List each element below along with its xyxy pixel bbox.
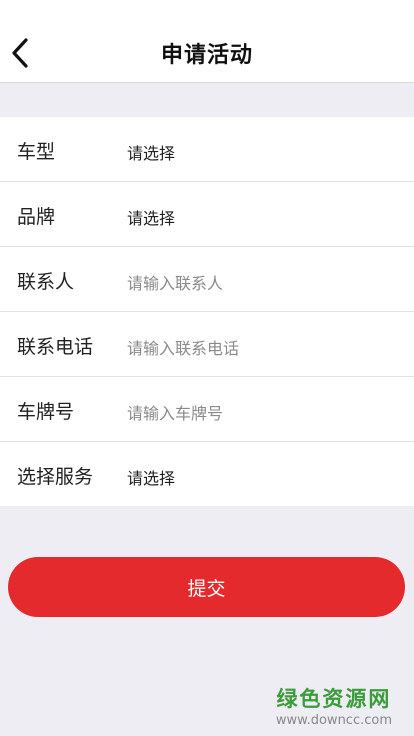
watermark: 绿色资源网 www.downcc.com: [276, 683, 392, 728]
row-label: 车型: [17, 141, 56, 163]
row-label: 联系人: [17, 271, 75, 293]
row-label: 联系电话: [17, 336, 94, 358]
row-label: 车牌号: [17, 401, 75, 423]
top-navigation-bar: 申请活动: [0, 0, 414, 83]
contact-name-input[interactable]: 请输入联系人: [127, 270, 223, 294]
application-form: 车型 请选择 品牌 请选择 联系人 请输入联系人 联系电话 请输入联系电话 车牌…: [0, 117, 414, 506]
plate-number-input[interactable]: 请输入车牌号: [127, 400, 223, 424]
row-label: 品牌: [17, 206, 56, 228]
contact-name-field[interactable]: 联系人 请输入联系人: [0, 247, 414, 312]
contact-phone-input[interactable]: 请输入联系电话: [127, 335, 239, 359]
row-value: 请选择: [127, 209, 176, 228]
row-label: 选择服务: [17, 466, 94, 488]
plate-number-field[interactable]: 车牌号 请输入车牌号: [0, 377, 414, 442]
submit-button[interactable]: 提交: [8, 557, 405, 617]
watermark-url: www.downcc.com: [275, 713, 392, 728]
row-value: 请选择: [127, 144, 176, 163]
watermark-title: 绿色资源网: [276, 687, 392, 711]
page-title: 申请活动: [160, 43, 253, 68]
brand-select[interactable]: 品牌 请选择: [0, 182, 414, 247]
service-select[interactable]: 选择服务 请选择: [0, 442, 414, 506]
vehicle-model-select[interactable]: 车型 请选择: [0, 117, 414, 182]
contact-phone-field[interactable]: 联系电话 请输入联系电话: [0, 312, 414, 377]
row-value: 请选择: [127, 469, 176, 488]
